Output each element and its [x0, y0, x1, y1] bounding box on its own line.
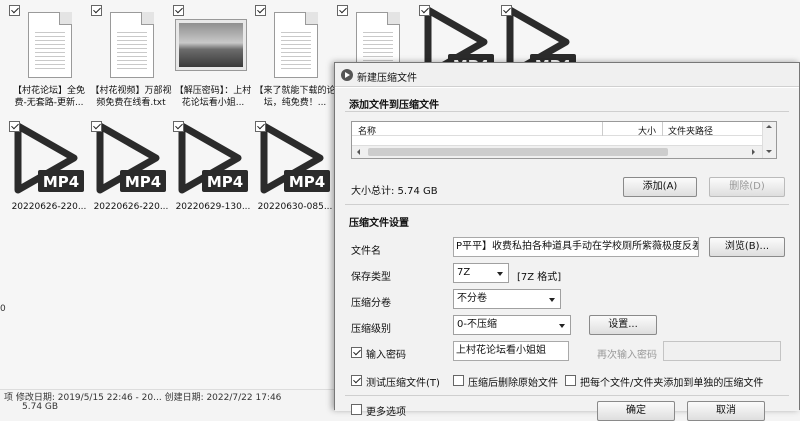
selected-checkbox[interactable] [255, 5, 266, 16]
password-input[interactable]: 上村花论坛看小姐姐 [453, 341, 569, 361]
repeat-password-input[interactable] [663, 341, 781, 361]
column-divider [662, 122, 663, 136]
add-button[interactable]: 添加(A) [623, 177, 697, 197]
image-file-icon [176, 20, 246, 70]
selected-checkbox[interactable] [255, 121, 266, 132]
divider [345, 204, 789, 205]
file-thumbnail [8, 4, 88, 84]
filename-input[interactable]: P平平】收费私拍各种道具手动在学校厕所紫薇极度反差.7z [453, 237, 699, 257]
column-name[interactable]: 名称 [358, 124, 376, 137]
file-thumbnail: MP4 [8, 120, 88, 200]
svg-text:MP4: MP4 [207, 173, 243, 191]
file-name: 20220630-085... [257, 202, 333, 212]
file-thumbnail: MP4 [254, 120, 334, 200]
mp4-video-icon: MP4 [178, 122, 248, 194]
dialog-titlebar[interactable]: 新建压缩文件 [335, 63, 799, 87]
column-size[interactable]: 大小 [638, 124, 656, 137]
cancel-button[interactable]: 取消 [687, 401, 765, 421]
chevron-down-icon [549, 298, 555, 302]
app-icon [341, 69, 353, 81]
save-type-select[interactable]: 7Z [453, 263, 509, 283]
chevron-down-icon [497, 272, 503, 276]
password-checkbox-label[interactable]: 输入密码 [366, 346, 406, 361]
file-list[interactable]: 名称 大小 文件夹路径 [351, 121, 777, 159]
file-name: 20220626-220... [93, 202, 169, 212]
scroll-thumb[interactable] [368, 148, 668, 156]
split-select[interactable]: 不分卷 [453, 289, 561, 309]
save-type-value: 7Z [457, 267, 471, 278]
settings-section-title: 压缩文件设置 [349, 218, 409, 229]
selected-checkbox[interactable] [501, 5, 512, 16]
filename-label: 文件名 [351, 246, 381, 257]
delete-source-checkbox[interactable] [453, 375, 464, 386]
column-path[interactable]: 文件夹路径 [668, 124, 713, 137]
mp4-video-icon: MP4 [14, 122, 84, 194]
level-value: 0-不压缩 [457, 319, 497, 330]
text-document-icon [28, 12, 72, 78]
new-archive-dialog: 新建压缩文件 添加文件到压缩文件 名称 大小 文件夹路径 大小总计: 5.74 [334, 62, 800, 421]
save-type-format: [7Z 格式] [517, 272, 562, 283]
file-name: 20220626-220... [11, 202, 87, 212]
selected-checkbox[interactable] [91, 5, 102, 16]
selected-checkbox[interactable] [9, 121, 20, 132]
file-thumbnail [90, 4, 170, 84]
dialog-title: 新建压缩文件 [357, 73, 417, 84]
separate-archives-label[interactable]: 把每个文件/文件夹添加到单独的压缩文件 [580, 374, 763, 389]
svg-text:MP4: MP4 [125, 173, 161, 191]
scroll-down-icon[interactable] [766, 150, 772, 156]
file-thumbnail: MP4 [90, 120, 170, 200]
selected-checkbox[interactable] [419, 5, 430, 16]
more-options-label[interactable]: 更多选项 [366, 403, 406, 418]
mp4-video-icon: MP4 [260, 122, 330, 194]
file-thumbnail [254, 4, 334, 84]
test-archive-label[interactable]: 测试压缩文件(T) [366, 374, 440, 389]
delete-button[interactable]: 删除(D) [709, 177, 785, 197]
selected-checkbox[interactable] [337, 5, 348, 16]
password-checkbox[interactable] [351, 347, 362, 358]
scroll-left-icon[interactable] [354, 149, 360, 155]
level-select[interactable]: 0-不压缩 [453, 315, 571, 335]
ok-button[interactable]: 确定 [597, 401, 675, 421]
split-value: 不分卷 [457, 293, 487, 304]
divider [345, 111, 789, 112]
test-archive-checkbox[interactable] [351, 375, 362, 386]
selected-checkbox[interactable] [173, 121, 184, 132]
repeat-password-label: 再次输入密码 [597, 350, 657, 361]
file-name: 20220629-130... [175, 202, 251, 212]
save-type-label: 保存类型 [351, 272, 391, 283]
total-size-label: 大小总计: 5.74 GB [351, 186, 438, 197]
separate-archives-checkbox[interactable] [565, 375, 576, 386]
horizontal-scrollbar[interactable] [352, 145, 762, 158]
svg-text:MP4: MP4 [43, 173, 79, 191]
scroll-right-icon[interactable] [752, 149, 758, 155]
settings-button[interactable]: 设置... [589, 315, 657, 335]
chevron-down-icon [559, 324, 565, 328]
file-name: 【村花论坛】全免费-无套路-更新... [12, 86, 85, 108]
selected-checkbox[interactable] [91, 121, 102, 132]
file-name: 【来了就能下载的论坛，纯免费！... [254, 86, 336, 108]
svg-text:MP4: MP4 [289, 173, 325, 191]
file-thumbnail: MP4 [172, 120, 252, 200]
level-label: 压缩级别 [351, 324, 391, 335]
scroll-up-icon[interactable] [766, 122, 772, 128]
vertical-scrollbar[interactable] [762, 122, 776, 158]
divider [345, 395, 789, 396]
selected-checkbox[interactable] [173, 5, 184, 16]
text-document-icon [274, 12, 318, 78]
delete-source-label[interactable]: 压缩后删除原始文件 [468, 374, 558, 389]
explorer-edge-text: 0 [0, 304, 6, 314]
status-bar-size: 5.74 GB [22, 402, 59, 412]
browse-button[interactable]: 浏览(B)... [709, 237, 785, 257]
add-files-section-title: 添加文件到压缩文件 [349, 100, 439, 111]
dialog-body: 添加文件到压缩文件 名称 大小 文件夹路径 大小总计: 5.74 GB 添加(A… [335, 88, 799, 421]
column-divider [602, 122, 603, 136]
file-name: 【解压密码】：上村花论坛看小姐... [174, 86, 252, 108]
file-thumbnail [172, 4, 252, 84]
file-list-header: 名称 大小 文件夹路径 [352, 122, 762, 137]
selected-checkbox[interactable] [9, 5, 20, 16]
file-name: 【村花视频】万部视频免费在线看.txt [90, 86, 172, 108]
split-label: 压缩分卷 [351, 298, 391, 309]
text-document-icon [110, 12, 154, 78]
mp4-video-icon: MP4 [96, 122, 166, 194]
